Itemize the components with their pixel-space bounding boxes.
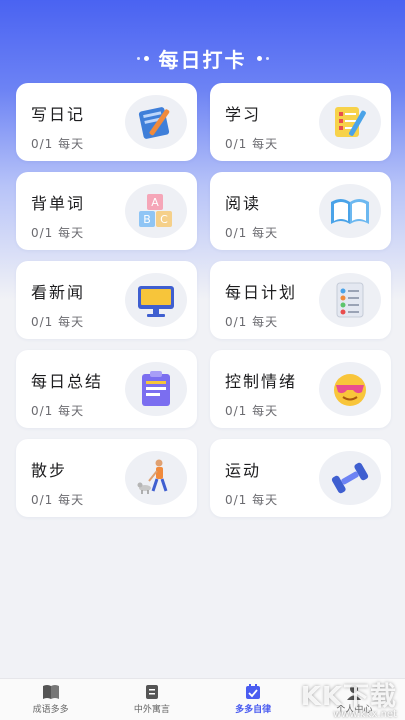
left-dots-decoration: [136, 56, 149, 61]
card-daily-summary[interactable]: 每日总结 0/1 每天: [16, 350, 197, 428]
page-title: 每日打卡: [158, 48, 247, 72]
tab-profile[interactable]: 个人中心: [304, 679, 405, 720]
tab-label: 个人中心: [336, 705, 373, 715]
card-reading[interactable]: 阅读 0/1 每天: [210, 172, 391, 250]
sunglasses-emoji-icon: [319, 362, 381, 416]
tab-label: 多多自律: [235, 705, 272, 715]
card-daily-plan[interactable]: 每日计划 0/1 每天: [210, 261, 391, 339]
card-memorize-words[interactable]: 背单词 0/1 每天 A B C: [16, 172, 197, 250]
tab-label: 中外寓言: [133, 705, 170, 715]
right-dots-decoration: [256, 56, 269, 61]
card-watch-news[interactable]: 看新闻 0/1 每天: [16, 261, 197, 339]
checklist-pencil-icon: [319, 95, 381, 149]
abc-blocks-icon: A B C: [125, 184, 187, 238]
checklist-icon: [319, 273, 381, 327]
monitor-icon: [125, 273, 187, 327]
card-control-emotion[interactable]: 控制情绪 0/1 每天: [210, 350, 391, 428]
notebook-pen-icon: [125, 95, 187, 149]
card-write-diary[interactable]: 写日记 0/1 每天: [16, 83, 197, 161]
tab-fables[interactable]: 中外寓言: [101, 679, 202, 720]
svg-text:A: A: [151, 196, 159, 209]
card-study[interactable]: 学习 0/1 每天: [210, 83, 391, 161]
walking-person-dog-icon: [125, 451, 187, 505]
tab-label: 成语多多: [32, 705, 69, 715]
checkin-grid: 写日记 0/1 每天 学习 0/1 每天 背单词 0/1 每天 A B C 阅读…: [16, 83, 391, 517]
page-header: 每日打卡: [0, 44, 405, 73]
tab-self-discipline[interactable]: 多多自律: [203, 679, 304, 720]
svg-text:C: C: [160, 213, 168, 226]
book-icon: [42, 685, 59, 699]
open-book-icon: [319, 184, 381, 238]
card-walk[interactable]: 散步 0/1 每天: [16, 439, 197, 517]
document-icon: [145, 685, 158, 699]
dumbbell-icon: [319, 451, 381, 505]
clipboard-icon: [125, 362, 187, 416]
card-exercise[interactable]: 运动 0/1 每天: [210, 439, 391, 517]
calendar-check-icon: [246, 684, 261, 699]
tab-idioms[interactable]: 成语多多: [0, 679, 101, 720]
person-icon: [347, 685, 362, 700]
svg-text:B: B: [143, 213, 151, 226]
bottom-tab-bar: 成语多多 中外寓言 多多自律 个人中心: [0, 678, 405, 720]
